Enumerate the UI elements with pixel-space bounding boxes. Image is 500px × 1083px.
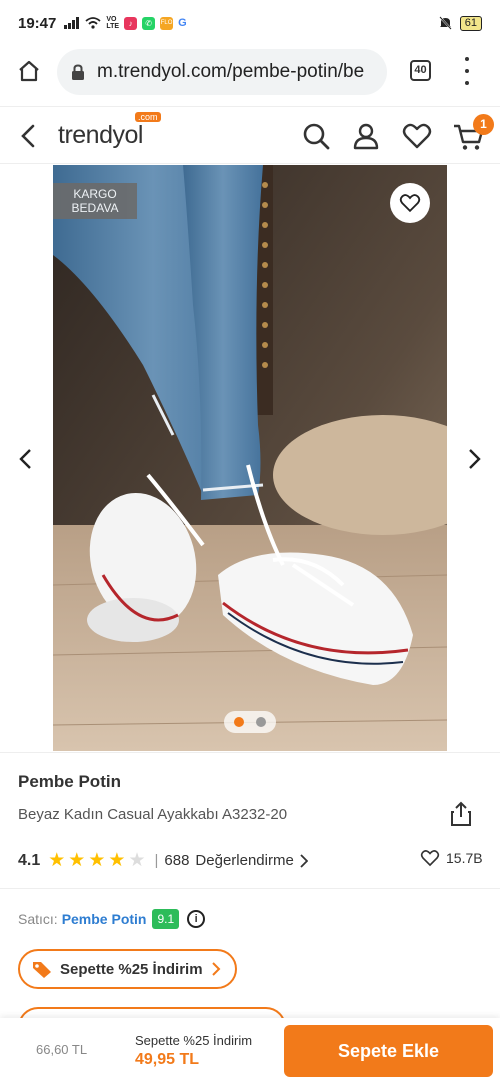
address-bar[interactable]: m.trendyol.com/pembe-potin/be [57,49,387,95]
trendyol-logo[interactable]: trendyol [58,121,143,150]
pagination-dot-active[interactable] [234,717,244,727]
browser-toolbar: m.trendyol.com/pembe-potin/be 40 [0,46,500,102]
bottom-action-bar: 66,60 TL Sepette %25 İndirim 49,95 TL Se… [0,1018,500,1083]
star-icon: ★ [88,850,106,871]
star-icon: ★ [108,850,126,871]
music-app-icon: ♪ [124,16,138,30]
seller-score-badge: 9.1 [152,909,180,929]
star-icon: ★ [48,850,66,871]
star-empty-icon: ★ [128,850,146,871]
favorite-count-text: 15.7B [446,850,483,866]
status-time: 19:47 [18,14,57,32]
home-icon[interactable] [17,59,41,83]
product-image[interactable]: KARGO BEDAVA [53,165,447,751]
browser-menu-icon[interactable] [462,57,472,85]
site-header: trendyol .com 1 [0,106,500,164]
heart-icon [399,194,421,213]
product-gallery: KARGO BEDAVA [0,165,500,751]
add-to-cart-button[interactable]: Sepete Ekle [284,1025,493,1077]
flo-app-icon: FLO [160,16,174,30]
seller-label: Satıcı: [18,911,58,927]
rating-value: 4.1 [18,851,41,869]
favorites-icon[interactable] [402,122,432,150]
product-brand[interactable]: Pembe Potin [18,772,121,792]
chevron-right-icon [300,853,308,868]
divider: | [154,852,159,869]
pagination-dot[interactable] [256,717,266,727]
status-bar: 19:47 VO LTE ♪ ✆ FLO G 61 [0,0,500,46]
discounted-price: 49,95 TL [135,1051,200,1068]
favorite-count[interactable]: 15.7B [420,849,483,867]
badge-line1: KARGO [73,187,117,201]
back-icon[interactable] [18,124,38,148]
mute-icon [439,16,452,30]
gallery-prev-icon[interactable] [18,448,34,470]
seller-section: Satıcı: Pembe Potin 9.1 i Sepette %25 İn… [0,888,500,1037]
status-right: 61 [439,15,482,31]
info-icon[interactable]: i [187,910,206,928]
tab-switcher-button[interactable]: 40 [410,60,431,81]
whatsapp-icon: ✆ [142,16,156,30]
old-price: 66,60 TL [36,1042,88,1057]
add-favorite-button[interactable] [390,183,430,223]
google-icon: G [178,17,187,29]
heart-outline-icon [420,850,440,867]
promotion-label: Sepette %25 İndirim [60,960,203,978]
rating-row[interactable]: 4.1 ★ ★ ★ ★ ★ | 688 Değerlendirme [18,849,308,872]
product-name: Beyaz Kadın Casual Ayakkabı A3232-20 [18,806,288,823]
basket-discount-text: Sepette %25 İndirim [135,1033,253,1048]
gallery-pagination [224,711,276,733]
seller-name-link[interactable]: Pembe Potin [62,911,147,927]
product-info: Pembe Potin Beyaz Kadın Casual Ayakkabı … [0,752,500,871]
signal-icon [64,17,80,29]
seller-row: Satıcı: Pembe Potin 9.1 i [18,909,206,929]
promotion-pill[interactable]: Sepette %25 İndirim [18,949,237,989]
free-shipping-badge: KARGO BEDAVA [53,183,137,219]
volte-icon: VO LTE [106,16,120,30]
tag-icon [33,962,51,978]
review-count: 688 [164,852,190,869]
battery-indicator: 61 [459,15,482,31]
status-icons: VO LTE ♪ ✆ FLO G [64,16,187,30]
chevron-right-icon [211,962,220,976]
search-icon[interactable] [302,122,330,150]
logo-com-badge: .com [135,112,161,122]
review-label: Değerlendirme [195,852,294,869]
wifi-icon [85,17,101,29]
lock-icon [72,63,84,80]
share-icon[interactable] [450,801,472,827]
badge-line2: BEDAVA [71,201,119,215]
user-icon[interactable] [352,122,380,150]
star-icon: ★ [68,850,86,871]
cart-count-badge: 1 [473,114,494,135]
url-text: m.trendyol.com/pembe-potin/be [97,61,365,82]
gallery-next-icon[interactable] [466,448,482,470]
product-photo [53,165,447,751]
